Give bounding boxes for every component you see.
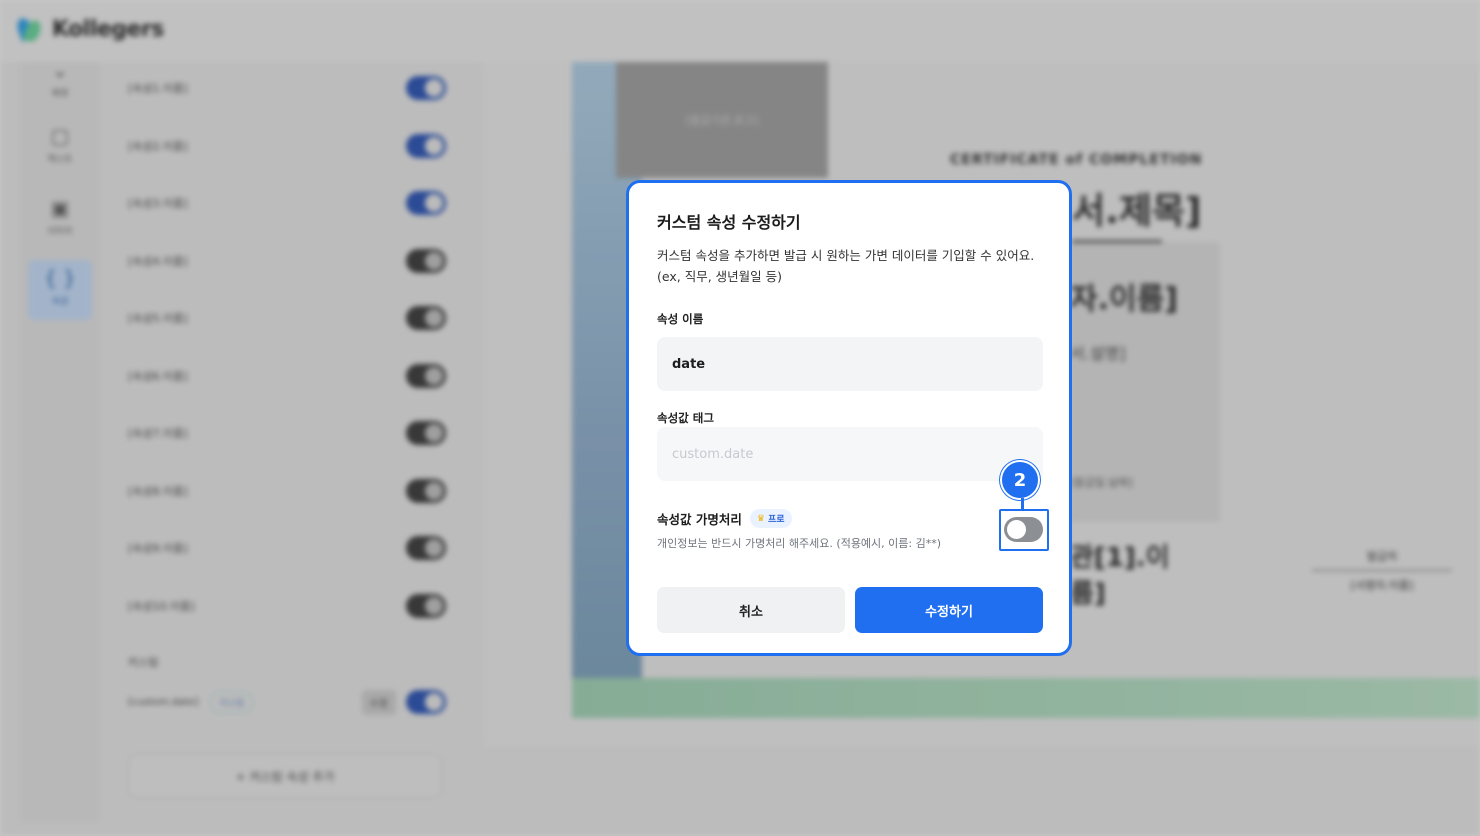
modal-title: 커스텀 속성 수정하기 bbox=[657, 213, 801, 232]
edit-custom-attribute-modal: 커스텀 속성 수정하기 커스텀 속성을 추가하면 발급 시 원하는 가변 데이터… bbox=[626, 180, 1072, 656]
attribute-name-input[interactable] bbox=[657, 337, 1043, 391]
anonymize-help-text: 개인정보는 반드시 가명처리 해주세요. (적용예시, 이름: 김**) bbox=[657, 537, 942, 550]
attribute-name-label: 속성 이름 bbox=[657, 312, 704, 326]
step-connector bbox=[1021, 498, 1024, 510]
modal-description: 커스텀 속성을 추가하면 발급 시 원하는 가변 데이터를 기입할 수 있어요.… bbox=[657, 248, 1035, 284]
anonymize-title: 속성값 가명처리 bbox=[657, 512, 742, 527]
step-number-badge: 2 bbox=[1000, 460, 1040, 500]
pro-badge: ♛ 프로 bbox=[749, 509, 792, 528]
attribute-tag-label: 속성값 태그 bbox=[657, 411, 714, 425]
cancel-button[interactable]: 취소 bbox=[657, 587, 845, 633]
anonymize-toggle-highlight[interactable] bbox=[999, 509, 1049, 551]
attribute-tag-input bbox=[657, 427, 1043, 481]
crown-icon: ♛ bbox=[756, 513, 765, 524]
anonymize-row: 속성값 가명처리 ♛ 프로 bbox=[657, 509, 792, 528]
submit-edit-button[interactable]: 수정하기 bbox=[855, 587, 1043, 633]
step-annotation: 2 bbox=[998, 460, 1042, 500]
anonymize-toggle[interactable] bbox=[1004, 517, 1043, 542]
toggle-knob bbox=[1007, 520, 1026, 539]
